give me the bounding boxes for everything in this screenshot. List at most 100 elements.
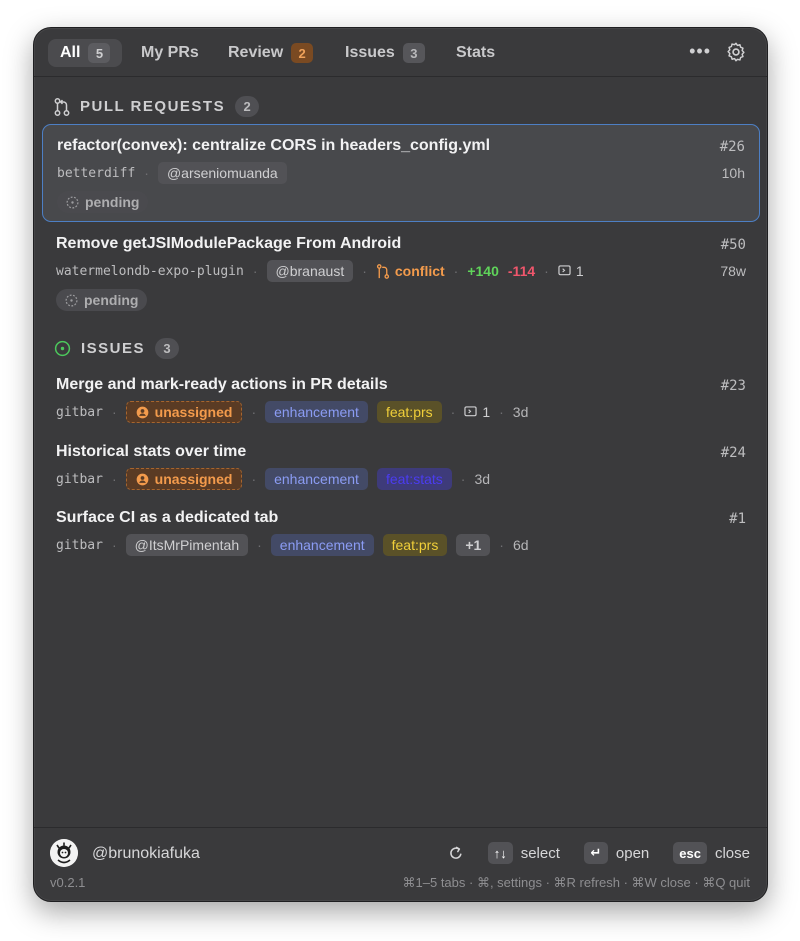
assignee-chip[interactable]: unassigned: [125, 401, 243, 423]
tab-label: My PRs: [141, 44, 199, 61]
close-key: esc: [673, 842, 707, 864]
separator: ·: [499, 404, 504, 420]
label-chip[interactable]: feat:stats: [376, 468, 452, 490]
tab-stats[interactable]: Stats: [444, 39, 507, 67]
issue-age: 3d: [512, 404, 529, 420]
user-icon: [136, 473, 148, 485]
issue-open-icon: [54, 340, 71, 357]
tab-count: 3: [402, 43, 425, 63]
pr-row[interactable]: refactor(convex): centralize CORS in hea…: [42, 124, 760, 222]
select-hint: select: [520, 844, 560, 862]
issue-title: Merge and mark-ready actions in PR detai…: [56, 376, 388, 393]
pull-request-icon: [54, 97, 70, 116]
issues-heading: ISSUES 3: [54, 338, 180, 359]
section-title: PULL REQUESTS: [80, 98, 226, 115]
tab-label: All: [60, 44, 81, 61]
close-hint: close: [714, 844, 750, 862]
tab-bar: All 5 My PRs Review 2 Issues 3 Stats •••: [34, 28, 767, 77]
separator: ·: [453, 263, 459, 279]
label-chip[interactable]: enhancement: [265, 401, 368, 423]
issue-age: 6d: [512, 537, 529, 553]
issue-row[interactable]: Surface CI as a dedicated tab #1 gitbar …: [42, 497, 760, 563]
separator: ·: [257, 537, 262, 553]
assignee-label: unassigned: [154, 404, 233, 420]
author-chip[interactable]: @branaust: [266, 260, 354, 282]
select-key: ↑↓: [487, 842, 513, 864]
comment-icon: [464, 406, 477, 417]
status-label: pending: [84, 292, 139, 308]
avatar[interactable]: [50, 839, 78, 867]
assignee-label: unassigned: [154, 471, 233, 487]
gear-icon[interactable]: [725, 41, 747, 63]
tab-count: 2: [291, 43, 314, 63]
pr-title: refactor(convex): centralize CORS in hea…: [57, 137, 491, 154]
avatar-image: [50, 839, 78, 867]
deletions-count: -114: [507, 263, 536, 279]
pr-title: Remove getJSIModulePackage From Android: [56, 235, 402, 252]
pr-number: #50: [720, 237, 746, 253]
separator: ·: [460, 471, 466, 487]
open-hint: open: [615, 844, 650, 862]
comment-count-value: 1: [482, 404, 491, 420]
repo-name: betterdiff: [57, 165, 136, 181]
username[interactable]: @brunokiafuka: [92, 845, 200, 863]
assignee-chip[interactable]: @ItsMrPimentah: [125, 534, 249, 556]
app-window: All 5 My PRs Review 2 Issues 3 Stats •••: [33, 27, 768, 902]
author-chip[interactable]: @arseniomuanda: [157, 162, 287, 184]
more-labels-chip[interactable]: +1: [456, 534, 491, 556]
conflict-label: conflict: [394, 263, 445, 279]
additions-count: +140: [467, 263, 499, 279]
comment-count: 1: [558, 263, 584, 279]
repo-name: gitbar: [56, 404, 103, 420]
pr-meta: watermelondb-expo-plugin · @branaust · c…: [56, 260, 584, 282]
tab-count: 5: [88, 43, 111, 63]
status-label: pending: [85, 194, 140, 210]
section-count: 2: [235, 96, 260, 117]
issue-title: Surface CI as a dedicated tab: [56, 509, 279, 526]
pr-row[interactable]: Remove getJSIModulePackage From Android …: [42, 223, 760, 321]
issue-title: Historical stats over time: [56, 443, 247, 460]
label-chip[interactable]: feat:prs: [376, 401, 442, 423]
separator: ·: [450, 404, 456, 420]
issue-row[interactable]: Historical stats over time #24 gitbar · …: [42, 431, 760, 497]
comment-count: 1: [464, 404, 490, 420]
conflict-indicator: conflict: [376, 263, 445, 279]
assignee-chip[interactable]: unassigned: [125, 468, 243, 490]
label-chip[interactable]: enhancement: [270, 534, 374, 556]
tab-label: Issues: [345, 44, 395, 61]
label-chip[interactable]: feat:prs: [382, 534, 448, 556]
footer: @brunokiafuka ↑↓ select ↵ open esc close…: [34, 827, 767, 901]
tab-all[interactable]: All 5: [48, 39, 123, 67]
tab-label: Stats: [456, 44, 496, 61]
tab-label: Review: [228, 44, 284, 61]
issue-meta: gitbar · unassigned · enhancement feat:s…: [56, 468, 490, 490]
issue-meta: gitbar · @ItsMrPimentah · enhancement fe…: [56, 534, 529, 556]
separator: ·: [144, 165, 149, 181]
separator: ·: [111, 471, 117, 487]
conflict-icon: [376, 263, 389, 279]
separator: ·: [544, 263, 549, 279]
pr-age: 78w: [720, 263, 746, 279]
issue-meta: gitbar · unassigned · enhancement feat:p…: [56, 401, 528, 423]
tab-review[interactable]: Review 2: [216, 39, 325, 67]
comment-count-value: 1: [575, 263, 584, 279]
pr-age: 10h: [721, 165, 745, 181]
label-chip[interactable]: enhancement: [265, 468, 368, 490]
pending-icon: [66, 196, 79, 208]
more-icon[interactable]: •••: [689, 41, 711, 62]
status-badge: pending: [57, 191, 149, 213]
user-icon: [136, 406, 148, 418]
status-badge: pending: [56, 289, 148, 311]
refresh-icon[interactable]: [448, 845, 464, 861]
tab-issues[interactable]: Issues 3: [333, 39, 437, 67]
issue-number: #24: [720, 445, 746, 461]
separator: ·: [111, 537, 117, 553]
separator: ·: [252, 263, 258, 279]
repo-name: watermelondb-expo-plugin: [56, 263, 244, 279]
separator: ·: [362, 263, 367, 279]
tab-my-prs[interactable]: My PRs: [129, 39, 211, 67]
pr-meta: betterdiff · @arseniomuanda: [57, 162, 287, 184]
separator: ·: [251, 471, 257, 487]
separator: ·: [251, 404, 257, 420]
issue-row[interactable]: Merge and mark-ready actions in PR detai…: [42, 364, 760, 430]
